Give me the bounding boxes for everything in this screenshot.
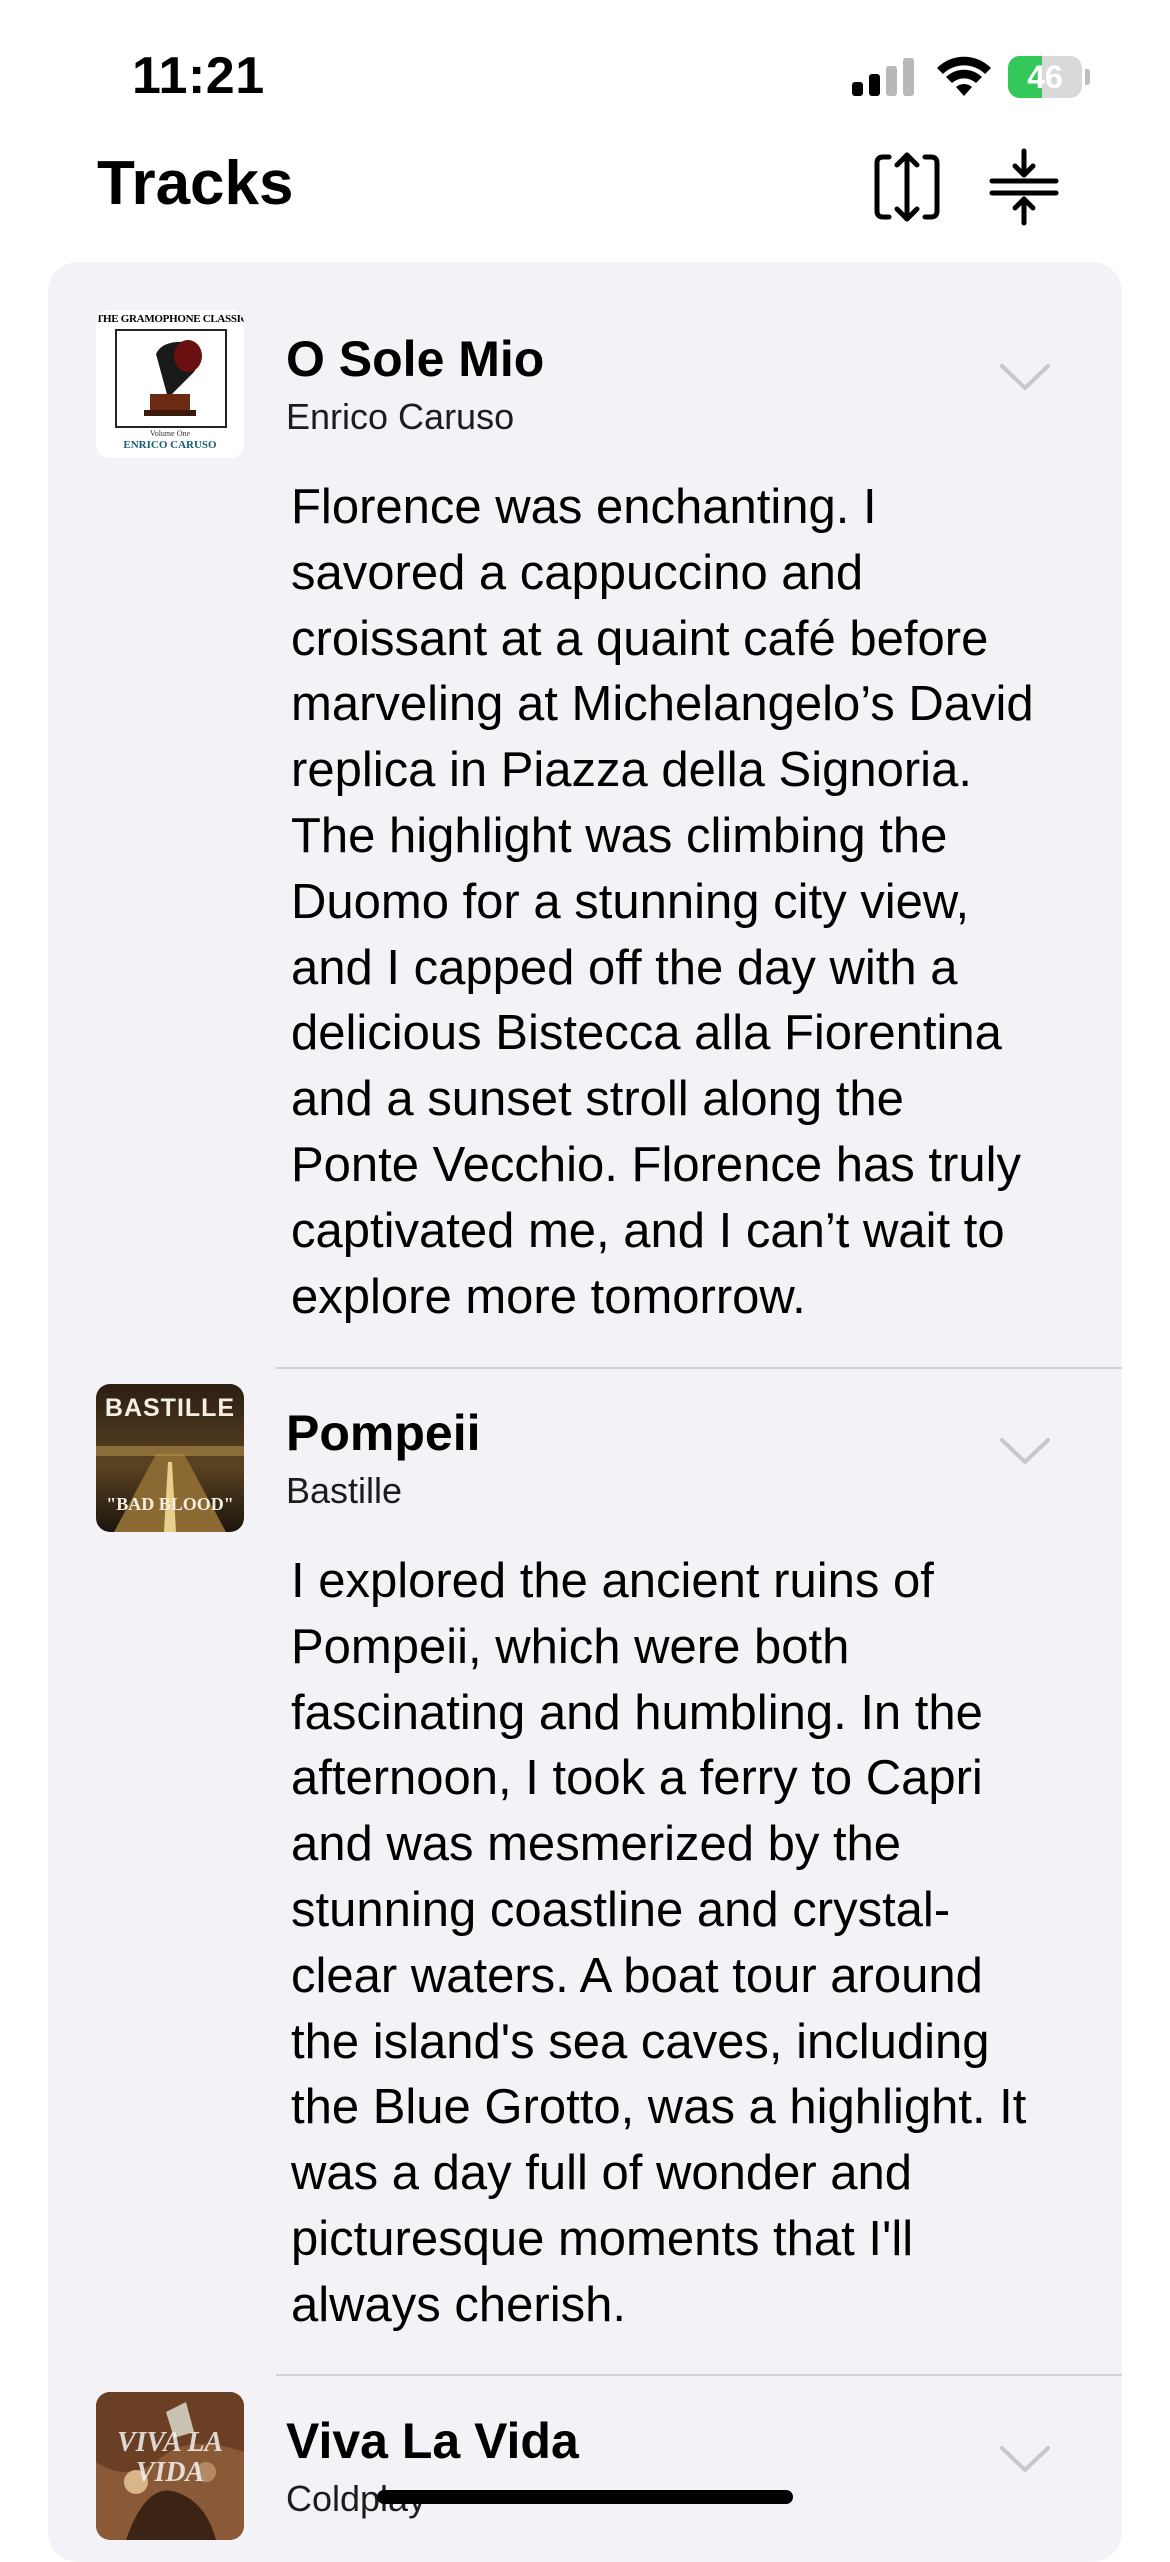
album-artwork: BASTILLE "BAD BLOOD" [96,1384,244,1532]
artwork-bottom-text: "BAD BLOOD" [106,1494,234,1514]
battery-icon: 46 [1008,56,1090,98]
status-time: 11:21 [132,47,265,105]
chevron-down-icon[interactable] [998,360,1052,394]
wifi-icon [937,56,991,96]
track-title: O Sole Mio [286,331,545,387]
artwork-bottom-text: ENRICO CARUSO [123,439,217,451]
track-artist: Enrico Caruso [286,396,515,437]
track-note: Florence was enchanting. I savored a cap… [291,480,1034,1324]
divider [276,2374,1122,2376]
collapse-icon [989,148,1059,226]
battery-percent: 46 [1027,59,1063,95]
track-title: Viva La Vida [286,2413,579,2469]
track-artist: Bastille [286,1470,403,1511]
cellular-signal-icon [852,58,916,96]
track-title: Pompeii [286,1405,481,1461]
track-note: I explored the ancient ruins of Pompeii,… [291,1554,1027,2332]
page-title: Tracks [97,149,294,218]
expand-icon [874,152,940,222]
artwork-top-text: THE GRAMOPHONE CLASSICS [96,313,244,325]
expand-all-button[interactable] [865,145,949,229]
album-artwork: THE GRAMOPHONE CLASSICS Volume One ENRIC… [96,310,244,458]
artwork-sub-text: Volume One [149,429,191,438]
divider [276,1367,1122,1369]
album-artwork: VIVA LA VIDA [96,2392,244,2540]
chevron-down-icon[interactable] [998,1434,1052,1468]
artwork-top-text: BASTILLE [104,1394,236,1422]
home-indicator [377,2490,793,2504]
tracks-list: THE GRAMOPHONE CLASSICS Volume One ENRIC… [48,262,1122,2562]
status-bar: 11:21 46 [0,0,1170,150]
artwork-overlay-text: VIVA LA VIDA [116,2427,224,2488]
chevron-down-icon[interactable] [998,2442,1052,2476]
collapse-all-button[interactable] [982,145,1066,229]
